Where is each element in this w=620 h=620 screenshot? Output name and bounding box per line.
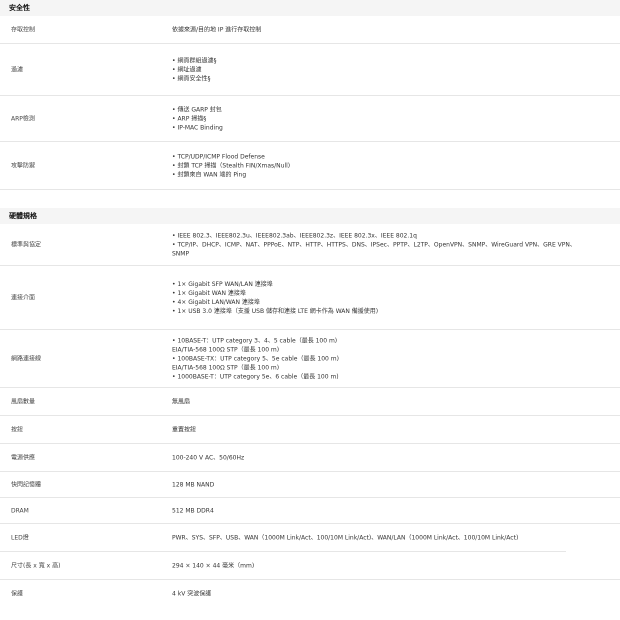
- spec-row-interfaces: 連接介面 • 1× Gigabit SFP WAN/LAN 連接埠 • 1× G…: [0, 266, 620, 330]
- spec-value-line: • IEEE 802.3、IEEE802.3u、IEEE802.3ab、IEEE…: [172, 232, 417, 239]
- spec-label: 電源供應: [11, 454, 36, 461]
- spec-value: 100-240 V AC、50/60Hz: [172, 453, 620, 462]
- spec-value-line: 100-240 V AC、50/60Hz: [172, 454, 245, 461]
- spec-row-dram: DRAM 512 MB DDR4: [0, 498, 620, 524]
- spec-value-line: EIA/TIA-568 100Ω STP（最長 100 m): [172, 364, 280, 371]
- spec-value-line: 網頁群組過濾§: [172, 56, 620, 65]
- spec-row-flash-memory: 快閃記憶體 128 MB NAND: [0, 472, 620, 498]
- spec-value-line: • 1× Gigabit SFP WAN/LAN 連接埠: [172, 280, 273, 288]
- hardware-section-title: 硬體規格: [0, 208, 620, 224]
- spec-value-line: 傳送 GARP 封包: [172, 105, 620, 114]
- spec-row-access-control: 存取控制 依據來源/目的地 IP 進行存取控制: [0, 16, 620, 44]
- spec-value: 512 MB DDR4: [172, 506, 620, 515]
- spec-label: 存取控制: [11, 26, 36, 33]
- spec-label: LED燈: [11, 534, 29, 541]
- security-section-title: 安全性: [0, 0, 620, 16]
- spec-label: ARP檢測: [11, 115, 35, 122]
- spec-value-line: PWR、SYS、SFP、USB、WAN（1000M Link/Act、100/1…: [172, 534, 519, 541]
- spec-row-network-cable: 網路連接線 • 10BASE-T：UTP category 3、4、5 cabl…: [0, 330, 620, 388]
- spec-value: 傳送 GARP 封包 ARP 掃描§ IP-MAC Binding: [172, 105, 620, 132]
- spec-value: PWR、SYS、SFP、USB、WAN（1000M Link/Act、100/1…: [172, 533, 566, 542]
- spec-value: • 10BASE-T：UTP category 3、4、5 cable（最長 1…: [172, 336, 620, 381]
- spec-label: 尺寸(長 x 寬 x 高): [11, 562, 61, 569]
- spec-value-line: • 1× Gigabit WAN 連接埠: [172, 289, 246, 297]
- spec-label: 網路連接線: [11, 355, 42, 362]
- spec-row-power-supply: 電源供應 100-240 V AC、50/60Hz: [0, 444, 620, 472]
- spec-label: DRAM: [11, 507, 29, 514]
- spec-row-arp-inspection: ARP檢測 傳送 GARP 封包 ARP 掃描§ IP-MAC Binding: [0, 96, 620, 142]
- spec-value-line: 無風扇: [172, 398, 191, 405]
- spec-label: 攻擊防禦: [11, 162, 36, 169]
- spec-label: 保護: [11, 590, 24, 598]
- spec-value-line: 封鎖來自 WAN 端的 Ping: [172, 170, 620, 179]
- spec-label: 風扇數量: [11, 398, 36, 405]
- spec-value: • IEEE 802.3、IEEE802.3u、IEEE802.3ab、IEEE…: [172, 231, 620, 258]
- spec-row-attack-defense: 攻擊防禦 TCP/UDP/ICMP Flood Defense 封鎖 TCP 掃…: [0, 142, 620, 190]
- spec-row-fan-count: 風扇數量 無風扇: [0, 388, 620, 416]
- spec-value-line: 294 × 140 × 44 毫米（mm): [172, 562, 255, 569]
- spec-value-line: • TCP/IP、DHCP、ICMP、NAT、PPPoE、NTP、HTTP、HT…: [172, 241, 576, 248]
- spec-value: 網頁群組過濾§ 網址過濾 網頁安全性§: [172, 56, 620, 83]
- spec-value-line: TCP/UDP/ICMP Flood Defense: [172, 152, 620, 161]
- spec-row-filtering: 過濾 網頁群組過濾§ 網址過濾 網頁安全性§: [0, 44, 620, 96]
- spec-value: TCP/UDP/ICMP Flood Defense 封鎖 TCP 掃描（Ste…: [172, 152, 620, 179]
- spec-label: 連接介面: [11, 294, 36, 301]
- spec-value: 重置按鈕: [172, 425, 620, 434]
- spec-value: 4 kV 突波保護: [172, 590, 620, 599]
- spec-value-line: 封鎖 TCP 掃描（Stealth FIN/Xmas/Null): [172, 161, 620, 170]
- spec-value-line: IP-MAC Binding: [172, 123, 620, 132]
- spec-value-line: SNMP: [172, 250, 190, 257]
- spec-label: 快閃記憶體: [11, 481, 42, 488]
- spec-value-line: • 4× Gigabit LAN/WAN 連接埠: [172, 298, 260, 306]
- spec-value-line: 依據來源/目的地 IP 進行存取控制: [172, 26, 262, 33]
- spec-row-buttons: 按鈕 重置按鈕: [0, 416, 620, 444]
- spec-value-line: 網頁安全性§: [172, 74, 620, 83]
- spec-row-standards: 標準與協定 • IEEE 802.3、IEEE802.3u、IEEE802.3a…: [0, 224, 620, 266]
- spec-row-led: LED燈 PWR、SYS、SFP、USB、WAN（1000M Link/Act、…: [0, 524, 566, 552]
- spec-label: 標準與協定: [11, 241, 42, 248]
- spec-label: 按鈕: [11, 426, 24, 433]
- spec-row-dimensions: 尺寸(長 x 寬 x 高) 294 × 140 × 44 毫米（mm): [0, 552, 620, 580]
- spec-value-line: • 1× USB 3.0 連接埠（支援 USB 儲存和連接 LTE 網卡作為 W…: [172, 307, 379, 315]
- spec-value-line: • 10BASE-T：UTP category 3、4、5 cable（最長 1…: [172, 337, 338, 344]
- spec-value-line: 4 kV 突波保護: [172, 590, 212, 598]
- spec-value: 128 MB NAND: [172, 480, 620, 489]
- spec-value-line: 重置按鈕: [172, 426, 197, 433]
- spec-value-line: 網址過濾: [172, 65, 620, 74]
- spec-value-line: • 100BASE-TX：UTP category 5、5e cable（最長 …: [172, 355, 339, 362]
- spec-value: 294 × 140 × 44 毫米（mm): [172, 561, 620, 570]
- spec-value-line: 128 MB NAND: [172, 481, 215, 488]
- spec-label: 過濾: [11, 66, 24, 73]
- spec-row-protection: 保護 4 kV 突波保護: [0, 580, 620, 608]
- spec-value-line: EIA/TIA-568 100Ω STP（最長 100 m): [172, 346, 280, 353]
- spec-value: 依據來源/目的地 IP 進行存取控制: [172, 25, 620, 34]
- spec-value-line: ARP 掃描§: [172, 114, 620, 123]
- spec-value: • 1× Gigabit SFP WAN/LAN 連接埠 • 1× Gigabi…: [172, 280, 620, 316]
- spec-value: 無風扇: [172, 397, 620, 406]
- spec-value-line: 512 MB DDR4: [172, 507, 214, 514]
- spec-value-line: • 1000BASE-T：UTP category 5e、6 cable（最長 …: [172, 373, 339, 380]
